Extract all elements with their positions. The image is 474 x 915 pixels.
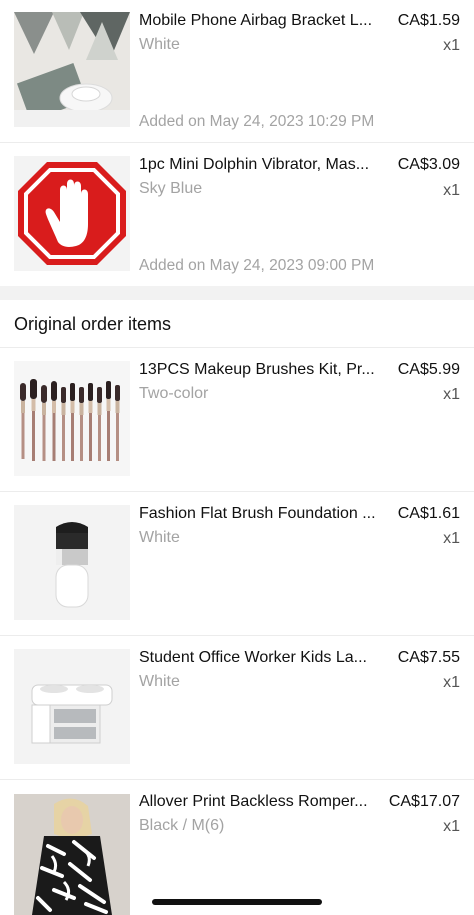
product-quantity: x1 [443,674,460,691]
product-name[interactable]: 1pc Mini Dolphin Vibrator, Mas... [139,155,387,175]
product-quantity: x1 [443,386,460,403]
product-quantity: x1 [443,818,460,835]
product-thumbnail[interactable] [14,12,130,127]
product-variant: Two-color [139,385,209,402]
product-quantity: x1 [443,37,460,54]
phone-airbag-bracket-image [14,12,130,127]
product-thumbnail[interactable] [14,361,130,476]
section-title: Original order items [14,314,172,334]
product-name[interactable]: Allover Print Backless Romper... [139,792,381,812]
product-thumbnail[interactable] [14,156,130,271]
product-price: CA$7.55 [397,649,460,666]
order-item[interactable]: Fashion Flat Brush Foundation ... CA$1.6… [0,492,474,636]
product-price: CA$1.59 [397,12,460,29]
desk-organizer-image [14,649,130,764]
product-name[interactable]: 13PCS Makeup Brushes Kit, Pr... [139,360,387,380]
foundation-brush-image [14,505,130,620]
order-items-page: Mobile Phone Airbag Bracket L... CA$1.59… [0,0,474,915]
home-indicator[interactable] [152,899,322,905]
product-name[interactable]: Student Office Worker Kids La... [139,648,387,668]
product-thumbnail[interactable] [14,649,130,764]
product-variant: White [139,673,180,690]
order-item[interactable]: 13PCS Makeup Brushes Kit, Pr... CA$5.99 … [0,348,474,492]
section-gap [0,286,474,300]
romper-model-image [14,794,130,915]
cart-item[interactable]: Mobile Phone Airbag Bracket L... CA$1.59… [0,0,474,143]
product-variant: Black / M(6) [139,817,225,834]
makeup-brushes-image [14,361,130,476]
product-price: CA$1.61 [397,505,460,522]
product-price: CA$5.99 [397,361,460,378]
order-item[interactable]: Student Office Worker Kids La... CA$7.55… [0,636,474,780]
product-thumbnail[interactable] [14,505,130,620]
added-date: Added on May 24, 2023 09:00 PM [139,257,375,274]
cart-item[interactable]: 1pc Mini Dolphin Vibrator, Mas... CA$3.0… [0,142,474,285]
product-quantity: x1 [443,182,460,199]
order-item[interactable]: Allover Print Backless Romper... CA$17.0… [0,780,474,915]
product-price: CA$3.09 [397,156,460,173]
product-variant: White [139,36,180,53]
product-name[interactable]: Fashion Flat Brush Foundation ... [139,504,387,524]
product-quantity: x1 [443,530,460,547]
product-variant: White [139,529,180,546]
product-price: CA$17.07 [388,793,460,810]
product-thumbnail[interactable] [14,794,130,915]
added-date: Added on May 24, 2023 10:29 PM [139,113,375,130]
product-name[interactable]: Mobile Phone Airbag Bracket L... [139,11,387,31]
product-variant: Sky Blue [139,180,203,197]
stop-hand-icon [14,156,130,271]
